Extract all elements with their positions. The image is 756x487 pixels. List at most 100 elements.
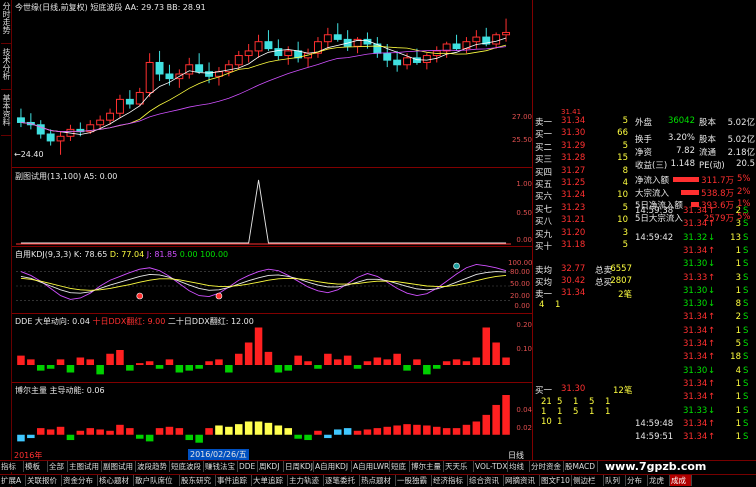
orderbook-label: 买六 (535, 192, 553, 203)
summary-value-2: 2807 (610, 276, 632, 286)
flow-label: 大宗流入 (635, 188, 670, 199)
tab-tabs_row1-0[interactable]: 指标 (0, 461, 24, 472)
tab-tabs_row1-5[interactable]: 波段趋势 (136, 461, 170, 472)
candle-body (492, 34, 501, 45)
tab-tabs_row2-14[interactable]: 网摘资讯 (504, 475, 540, 486)
buy1-detail-cell: 5 (573, 407, 579, 417)
tab-tabs_row2-3[interactable]: 核心题材 (98, 475, 134, 486)
tick-arrow: ↓ (708, 365, 716, 376)
orderbook-price: 31.23 (561, 202, 586, 213)
tab-tabs_row1-4[interactable]: 副图试用 (102, 461, 136, 472)
dde-bar (96, 365, 104, 375)
tab-tabs_row1-3[interactable]: 主图试用 (68, 461, 102, 472)
tick-volume: 2 (735, 206, 741, 216)
tab-tabs_row2-11[interactable]: 一股独霸 (396, 475, 432, 486)
tab-tabs_row1-13[interactable]: 短底 (390, 461, 410, 472)
tab-tabs_row2-18[interactable]: 分布 (626, 475, 648, 486)
vtab-intraday[interactable]: 分时走势 (1, 2, 11, 44)
tab-tabs_row2-1[interactable]: 关联报价 (26, 475, 62, 486)
boll-bar (304, 434, 312, 441)
tab-tabs_row2-13[interactable]: 综合资讯 (468, 475, 504, 486)
buy1-detail-cell: 10 (541, 417, 552, 427)
moving-average-line (20, 44, 507, 133)
tab-tabs_row2-5[interactable]: 股东研究 (180, 475, 216, 486)
buy1-detail-cell: 5 (589, 397, 595, 407)
candle-body (135, 91, 144, 105)
tab-tabs_row1-11[interactable]: A自用KDJ (314, 461, 352, 472)
tab-tabs_row1-15[interactable]: 天天乐 (444, 461, 474, 472)
tab-tabs_row1-19[interactable]: 股MACD (564, 461, 598, 472)
dde-bar (482, 327, 491, 365)
tick-arrow: ↓ (708, 299, 716, 310)
boll-bar (116, 424, 124, 435)
orderbook-partial: 31.41 (561, 108, 582, 116)
dde-bar (264, 351, 273, 365)
dde-bar (294, 355, 302, 365)
tab-tabs_row2-8[interactable]: 主力轨迹 (288, 475, 324, 486)
candle-body (96, 119, 105, 126)
tick-price: 31.34 (683, 245, 708, 256)
tab-tabs_row2-0[interactable]: 扩展A (0, 475, 26, 486)
dde-bar (215, 359, 223, 365)
dde-bar (393, 353, 401, 365)
chart-canvas[interactable] (12, 0, 532, 460)
tab-tabs_row1-2[interactable]: 全部 (48, 461, 68, 472)
tab-tabs_row2-2[interactable]: 资金分布 (62, 475, 98, 486)
boll-bar (86, 428, 95, 435)
tab-tabs_row1-16[interactable]: VOL-TDX (474, 461, 508, 472)
tab-tabs_row1-18[interactable]: 分时资金 (530, 461, 564, 472)
tab-tabs_row2-16[interactable]: 侧边栏 (572, 475, 604, 486)
boll-bar (482, 414, 491, 435)
dde-bar (66, 365, 75, 373)
tab-tabs_row1-1[interactable]: 模板 (24, 461, 48, 472)
moving-average-line (20, 46, 507, 133)
tab-tabs_row1-12[interactable]: A自用LWR (352, 461, 390, 472)
tab-tabs_row1-10[interactable]: 日周KDJ (284, 461, 314, 472)
boll-bar (56, 426, 65, 435)
dde-bar (145, 361, 154, 365)
tab-tabs_row1-7[interactable]: 赚钱法宝 (204, 461, 238, 472)
vtab-fundamentals[interactable]: 基本资料 (1, 94, 11, 136)
tab-tabs_row2-15[interactable]: 图文F10 (540, 475, 572, 486)
kdj-tick: 0.00 (514, 302, 530, 310)
low-price-marker: ←24.40 (14, 150, 44, 159)
stat-value: 1.148 (670, 159, 695, 169)
candle-body (56, 135, 65, 142)
tab-tabs_row2-9[interactable]: 逐笔委托 (324, 475, 360, 486)
tab-tabs_row1-8[interactable]: DDE (238, 461, 258, 472)
buy1-detail-cell: 1 (557, 407, 563, 417)
orderbook-price: 31.30 (561, 128, 586, 139)
kdj-line-d (20, 274, 507, 291)
buy1-detail-cell: 1 (557, 417, 563, 427)
tab-tabs_row2-12[interactable]: 经济指标 (432, 475, 468, 486)
orderbook-label: 卖一 (535, 118, 553, 128)
orderbook-volume: 5 (622, 140, 628, 151)
buy1-detail-cell: 1 (541, 407, 547, 417)
tab-tabs_row2-17[interactable]: 队列 (604, 475, 626, 486)
dde-bar (36, 365, 45, 371)
tab-tabs_row2-19[interactable]: 龙虎 (648, 475, 670, 486)
tick-price: 31.34 (683, 418, 708, 429)
tab-tabs_row2-6[interactable]: 事件追踪 (216, 475, 252, 486)
candle-body (452, 43, 461, 50)
boll-bar (284, 428, 293, 435)
tab-tabs_row1-14[interactable]: 博尔主量 (410, 461, 444, 472)
tick-volume: 3 (735, 272, 741, 283)
dde-bar (195, 365, 203, 369)
orderbook-volume: 15 (617, 153, 628, 164)
tab-tabs_row1-6[interactable]: 短底波段 (170, 461, 204, 472)
vtab-technical[interactable]: 技术分析 (1, 48, 11, 90)
tick-price: 31.34 (683, 352, 708, 363)
tab-tabs_row2-20[interactable]: 成成 (670, 475, 692, 486)
tab-tabs_row2-10[interactable]: 热点题材 (360, 475, 396, 486)
summary-value: 32.77 (561, 264, 586, 274)
tab-tabs_row1-9[interactable]: 周KDJ (258, 461, 284, 472)
tab-tabs_row1-17[interactable]: 均线 (508, 461, 530, 472)
price-tick: 25.50 (511, 136, 532, 144)
feature-tab-bar: 扩展A 关联报价 资金分布 核心题材 散户队席位 股东研究 事件追踪 大单追踪 主力轨迹 逐笔委托… (0, 474, 756, 486)
boll-bar (234, 424, 243, 435)
tab-tabs_row2-7[interactable]: 大单追踪 (252, 475, 288, 486)
tick-volume: 8 (735, 299, 741, 310)
tab-tabs_row2-4[interactable]: 散户队席位 (134, 475, 180, 486)
buy1-detail-cell: 1 (589, 407, 595, 417)
